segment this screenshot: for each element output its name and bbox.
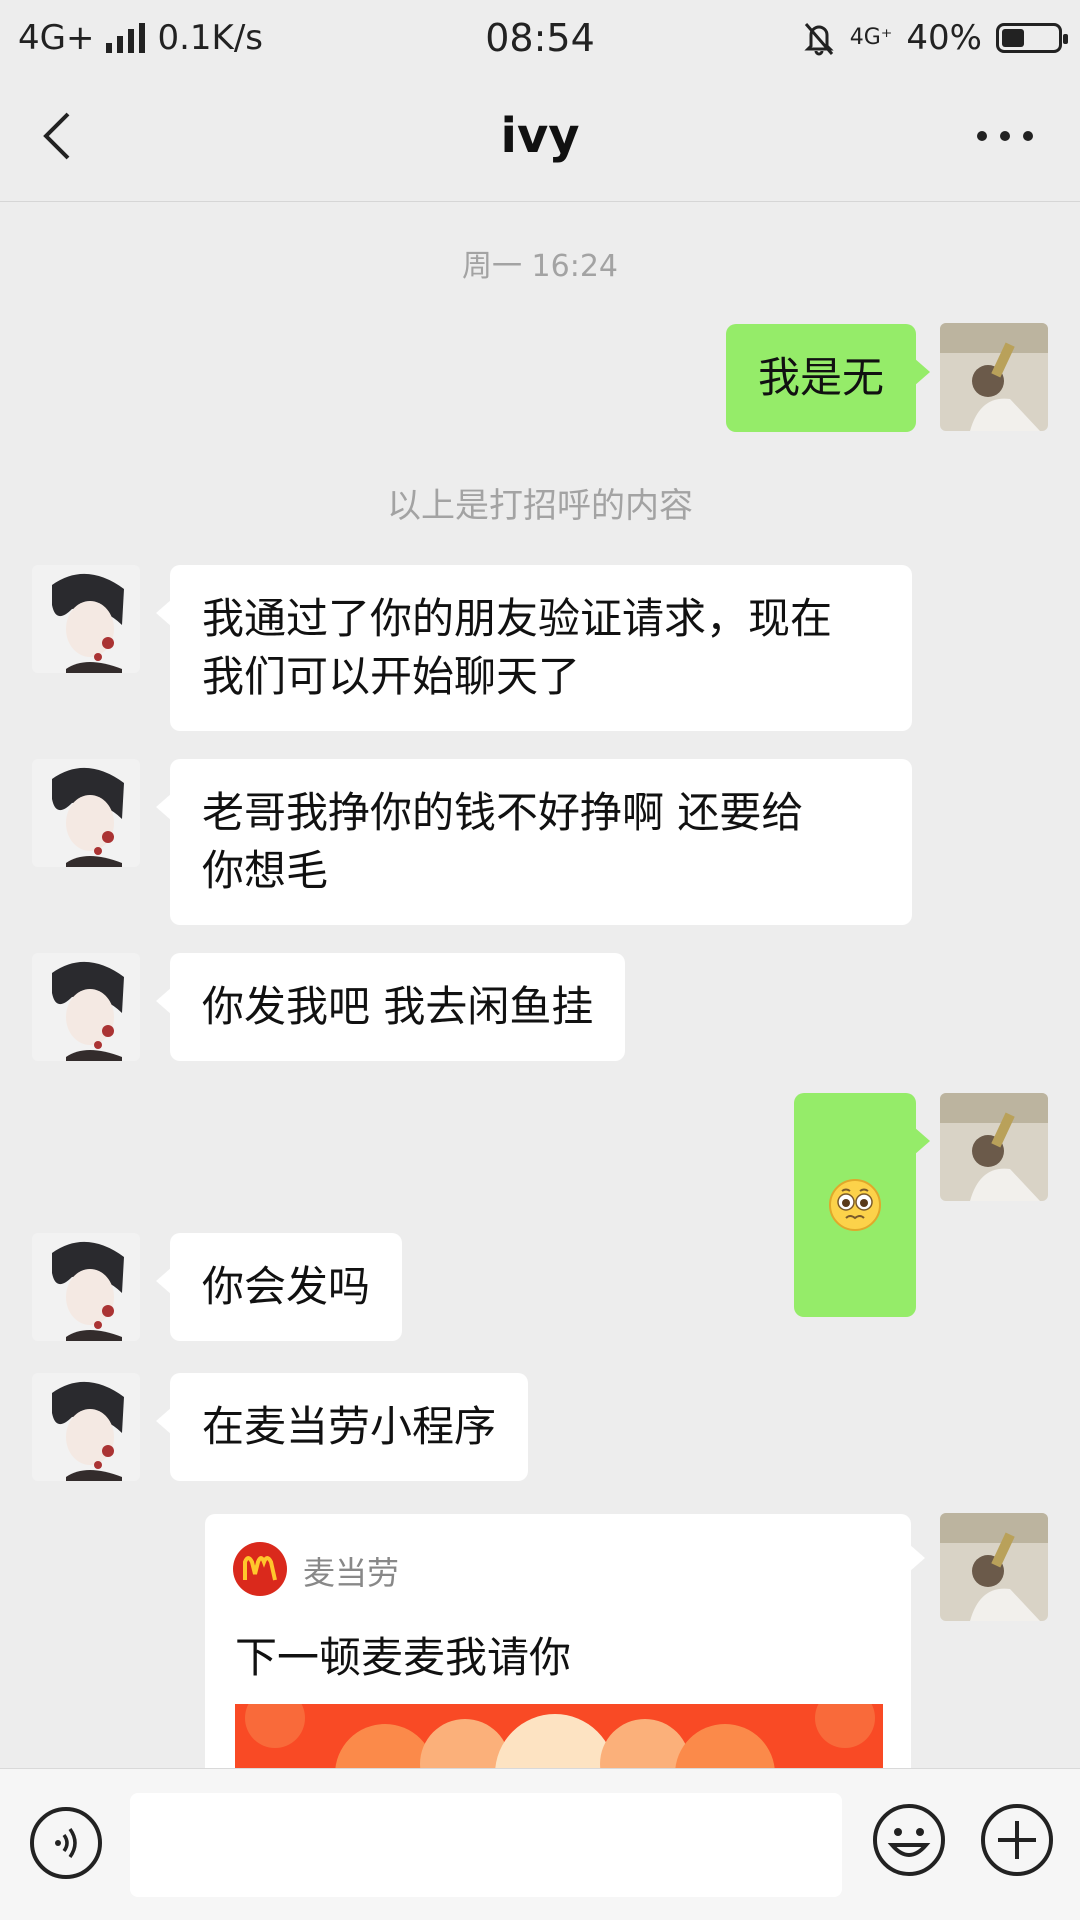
card-title: 下一顿麦麦我请你 (235, 1633, 572, 1682)
pleading-face-icon (829, 1179, 881, 1231)
plus-icon[interactable] (978, 1801, 1056, 1879)
chat-header: ivy (0, 76, 1080, 202)
contact-avatar[interactable] (32, 1233, 140, 1341)
emoji-icon[interactable] (870, 1801, 948, 1879)
mcdonalds-logo-icon (233, 1542, 287, 1596)
card-banner-image (235, 1704, 883, 1774)
message-bubble-contact[interactable]: 你发我吧 我去闲鱼挂 (155, 953, 626, 1061)
contact-avatar[interactable] (32, 759, 140, 867)
battery-percent: 40% (906, 18, 982, 58)
message-bubble-contact[interactable]: 我通过了你的朋友验证请求，现在 我们可以开始聊天了 (156, 565, 912, 731)
message-bubble-self[interactable]: 我是无 (725, 324, 931, 432)
system-note: 以上是打招呼的内容 (387, 486, 693, 526)
battery-icon (996, 23, 1068, 53)
contact-avatar[interactable] (32, 953, 140, 1061)
self-avatar[interactable] (940, 1093, 1048, 1201)
more-options-icon[interactable] (970, 106, 1040, 166)
card-brand-name: 麦当劳 (303, 1554, 400, 1592)
self-avatar[interactable] (940, 323, 1048, 431)
message-bubble-self[interactable] (794, 1093, 930, 1317)
message-input[interactable] (130, 1793, 842, 1897)
self-avatar[interactable] (940, 1513, 1048, 1621)
message-bubble-contact[interactable]: 老哥我挣你的钱不好挣啊 还要给 你想毛 (156, 759, 912, 925)
input-bar (0, 1768, 1080, 1920)
message-timestamp: 周一 16:24 (462, 249, 618, 284)
network-small: 4G⁺ (849, 25, 893, 50)
contact-avatar[interactable] (32, 565, 140, 673)
chat-title: ivy (500, 108, 580, 164)
status-bar: 4G+ 0.1K/s 08:54 4G⁺ 40% (0, 0, 1080, 76)
mute-bell-icon (804, 23, 834, 56)
battery-fill (1002, 29, 1024, 47)
message-bubble-contact[interactable]: 你会发吗 (155, 1233, 403, 1341)
voice-input-icon[interactable] (28, 1805, 104, 1881)
message-bubble-contact[interactable]: 在麦当劳小程序 (155, 1373, 529, 1481)
status-right: 4G⁺ 40% (802, 18, 1068, 58)
contact-avatar[interactable] (32, 1373, 140, 1481)
mini-program-card[interactable]: 麦当劳 下一顿麦麦我请你 (205, 1514, 925, 1774)
